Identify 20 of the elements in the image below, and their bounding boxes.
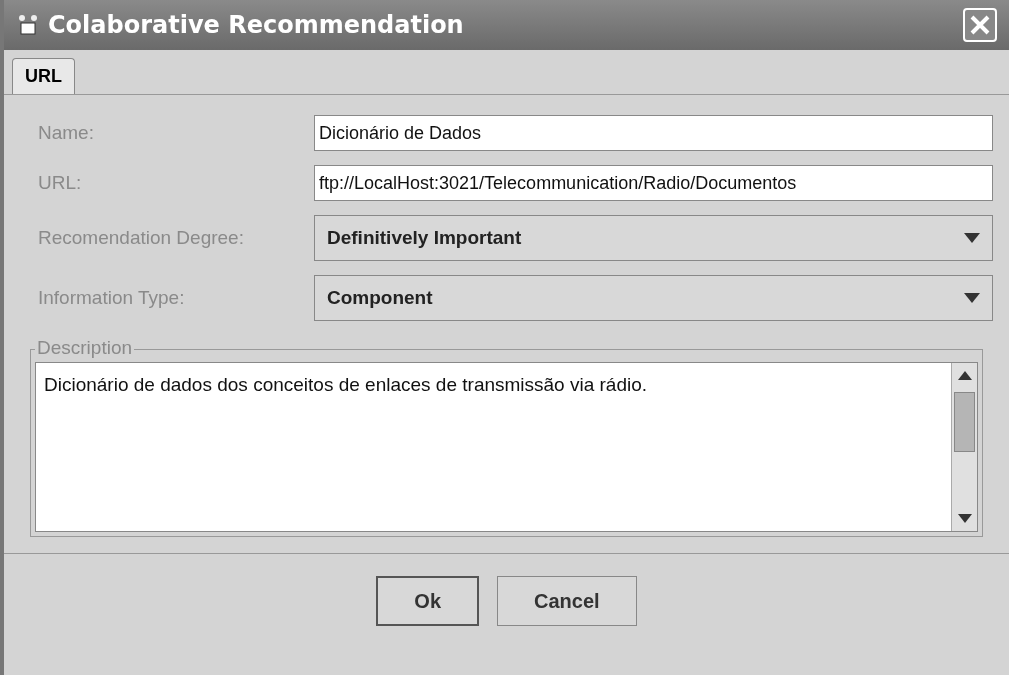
dropdown[interactable]: Component	[314, 275, 993, 321]
scrollbar[interactable]	[951, 363, 977, 531]
close-button[interactable]	[963, 8, 997, 42]
caret-icon	[964, 293, 980, 303]
caret-icon	[964, 233, 980, 243]
text-field[interactable]: Dicionário de Dados	[314, 115, 993, 151]
dialog-button[interactable]: Ok	[376, 576, 480, 626]
scroll-up-icon	[957, 371, 972, 380]
text-field[interactable]: ftp://LocalHost:3021/Telecommunication/Radio/Documentos	[314, 165, 993, 201]
scroll-down-icon	[957, 514, 972, 523]
tab[interactable]: URL	[12, 58, 75, 94]
field-label: Information Type:	[38, 285, 186, 310]
field-label: URL:	[38, 170, 83, 195]
field-label: Name:	[38, 120, 95, 145]
window-title: Colaborative Recommendation	[48, 10, 464, 41]
field-label: Recomendation Degree:	[38, 225, 245, 250]
dialog-button[interactable]: Cancel	[497, 576, 637, 626]
group-title: Description	[35, 338, 135, 357]
close-icon	[969, 14, 991, 36]
dropdown[interactable]: Definitively Important	[314, 215, 993, 261]
